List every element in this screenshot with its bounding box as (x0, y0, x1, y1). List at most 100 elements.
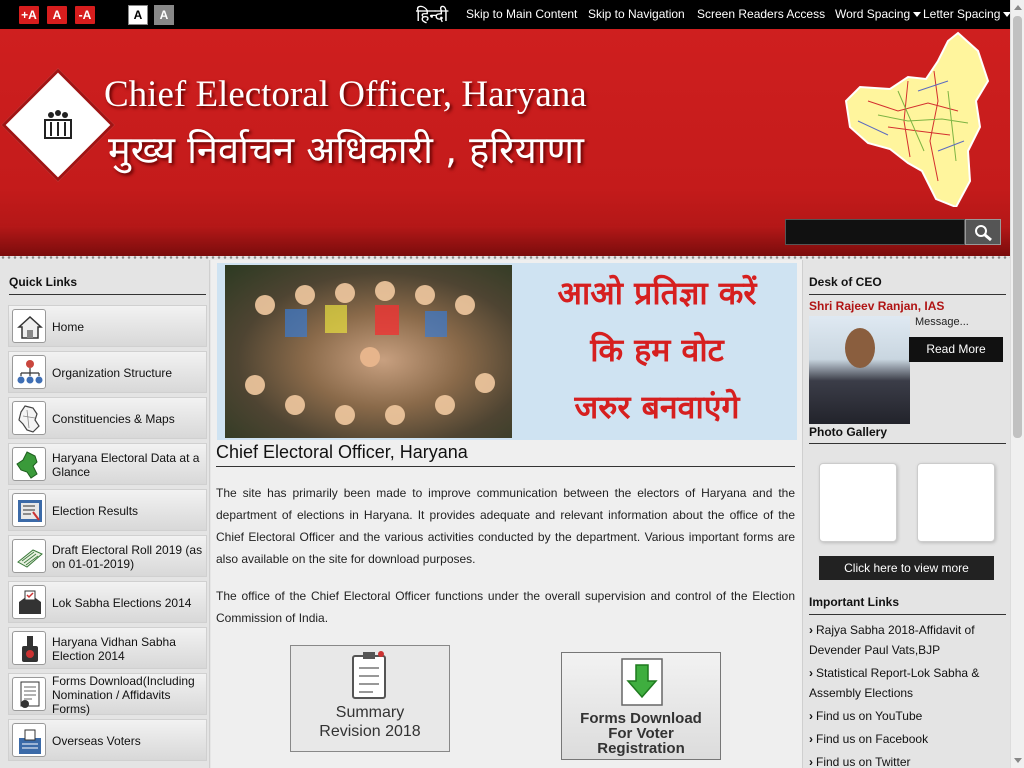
site-title-english: Chief Electoral Officer, Haryana (104, 74, 587, 115)
summary-revision-label: Summary Revision 2018 (291, 703, 449, 741)
chevron-down-icon (913, 12, 922, 18)
quick-link-election-results[interactable]: Election Results (8, 489, 207, 531)
photo-gallery-title: Photo Gallery (809, 425, 888, 439)
electoral-roll-icon (12, 539, 46, 573)
font-increase-button[interactable]: +A (19, 6, 39, 24)
quick-link-overseas-voters[interactable]: Overseas Voters (8, 719, 207, 761)
word-spacing-dropdown[interactable]: Word Spacing (835, 7, 922, 21)
chevron-right-icon: › (809, 623, 813, 637)
gallery-divider (809, 443, 1006, 444)
screen-readers-link[interactable]: Screen Readers Access (697, 7, 825, 21)
page-title: Chief Electoral Officer, Haryana (216, 442, 468, 462)
quick-link-label: Lok Sabha Elections 2014 (52, 596, 192, 610)
chevron-right-icon: › (809, 755, 813, 768)
quick-link-electoral-data[interactable]: Haryana Electoral Data at a Glance (8, 443, 207, 485)
quick-links-title: Quick Links (9, 275, 78, 289)
haryana-map-image (838, 31, 996, 209)
pledge-line: जरुर बनवाएंगे (574, 388, 740, 426)
gallery-thumbnail[interactable] (917, 463, 995, 542)
eci-logo[interactable] (1, 68, 115, 182)
skip-navigation-link[interactable]: Skip to Navigation (588, 7, 685, 21)
letter-spacing-label: Letter Spacing (923, 7, 1001, 21)
view-more-button[interactable]: Click here to view more (819, 556, 994, 580)
search-input[interactable] (785, 219, 965, 245)
ballot-logo-icon (39, 106, 77, 144)
checklist-icon (352, 651, 386, 699)
quick-link-vidhan-sabha-2014[interactable]: Haryana Vidhan Sabha Election 2014 (8, 627, 207, 669)
important-link-text: Rajya Sabha 2018-Affidavit of Devender P… (809, 623, 975, 657)
page-scrollbar[interactable] (1010, 0, 1024, 768)
search-icon (975, 225, 992, 242)
ceo-message: Message... (915, 316, 969, 328)
pledge-banner: आओ प्रतिज्ञा करें कि हम वोट जरुर बनवाएंग… (217, 263, 797, 440)
supervision-paragraph: The office of the Chief Electoral Office… (216, 589, 795, 625)
word-spacing-label: Word Spacing (835, 7, 911, 21)
quick-link-organization[interactable]: Organization Structure (8, 351, 207, 393)
quick-link-label: Overseas Voters (52, 734, 141, 748)
ceo-face (845, 328, 875, 368)
overseas-voters-icon (12, 723, 46, 757)
quick-link-label: Draft Electoral Roll 2019 (as on 01-01-2… (52, 543, 203, 571)
tile-line: For Voter (608, 725, 674, 742)
voting-icon (12, 631, 46, 665)
quick-links-sidebar: Quick Links Home Organization Structure … (0, 260, 210, 768)
important-link-text: Find us on YouTube (816, 709, 923, 723)
skip-main-link[interactable]: Skip to Main Content (466, 7, 577, 21)
scroll-down-icon[interactable] (1014, 758, 1022, 763)
accessibility-bar: +A A -A A A हिन्दी Skip to Main Content … (0, 0, 1012, 29)
quick-link-constituencies[interactable]: Constituencies & Maps (8, 397, 207, 439)
font-normal-button[interactable]: A (47, 6, 67, 24)
important-link[interactable]: › Rajya Sabha 2018-Affidavit of Devender … (809, 620, 1006, 660)
desk-divider (809, 294, 1006, 295)
scrollbar-thumb[interactable] (1013, 16, 1022, 438)
summary-revision-tile[interactable]: Summary Revision 2018 (290, 645, 450, 752)
quick-link-draft-roll[interactable]: Draft Electoral Roll 2019 (as on 01-01-2… (8, 535, 207, 577)
forms-download-label: Forms Download For Voter Registration (562, 711, 720, 756)
contrast-grey-button[interactable]: A (154, 5, 174, 25)
tile-line: Forms Download (580, 710, 702, 727)
tile-line: Registration (597, 740, 685, 757)
results-icon (12, 493, 46, 527)
main-content: आओ प्रतिज्ञा करें कि हम वोट जरुर बनवाएंग… (211, 260, 802, 768)
intro-paragraph: The site has primarily been made to impr… (216, 486, 795, 566)
important-link[interactable]: › Statistical Report-Lok Sabha & Assembly… (809, 663, 1006, 703)
download-arrow-icon (621, 658, 663, 706)
scroll-up-icon[interactable] (1014, 5, 1022, 10)
quick-links-divider (9, 294, 206, 295)
letter-spacing-dropdown[interactable]: Letter Spacing (923, 7, 1012, 21)
home-icon (12, 309, 46, 343)
site-title-hindi: मुख्य निर्वाचन अधिकारी , हरियाणा (108, 128, 584, 172)
map-outline-icon (12, 401, 46, 435)
tile-line: Revision 2018 (319, 723, 421, 740)
hindi-language-link[interactable]: हिन्दी (416, 3, 448, 26)
quick-link-label: Home (52, 320, 85, 334)
gallery-thumbnail[interactable] (819, 463, 897, 542)
quick-link-home[interactable]: Home (8, 305, 207, 347)
ballot-box-icon (12, 585, 46, 619)
important-link[interactable]: › Find us on YouTube (809, 706, 1006, 726)
important-link-text: Find us on Twitter (816, 755, 911, 768)
tile-line: Summary (335, 704, 405, 721)
desk-of-ceo-title: Desk of CEO (809, 275, 882, 289)
font-decrease-button[interactable]: -A (75, 6, 95, 24)
important-link[interactable]: › Find us on Twitter (809, 752, 1006, 768)
org-chart-icon (12, 355, 46, 389)
contrast-white-button[interactable]: A (128, 5, 148, 25)
quick-links-list: Home Organization Structure Constituenci… (8, 305, 207, 765)
title-divider (216, 466, 795, 467)
search-button[interactable] (965, 219, 1001, 245)
quick-link-lok-sabha-2014[interactable]: Lok Sabha Elections 2014 (8, 581, 207, 623)
important-links-list: › Rajya Sabha 2018-Affidavit of Devender … (809, 620, 1006, 768)
ceo-photo (809, 316, 910, 424)
chevron-right-icon: › (809, 709, 813, 723)
read-more-button[interactable]: Read More (909, 337, 1003, 362)
ceo-name: Shri Rajeev Ranjan, IAS (809, 299, 945, 313)
quick-link-label: Forms Download(Including Nomination / Af… (52, 674, 195, 716)
important-links-divider (809, 614, 1006, 615)
quick-link-forms-download[interactable]: Forms Download(Including Nomination / Af… (8, 673, 207, 716)
important-link[interactable]: › Find us on Facebook (809, 729, 1006, 749)
haryana-map-icon (12, 447, 46, 481)
quick-link-label: Election Results (52, 504, 139, 518)
quick-link-label: Haryana Electoral Data at a Glance (52, 451, 200, 479)
forms-download-tile[interactable]: Forms Download For Voter Registration (561, 652, 721, 760)
